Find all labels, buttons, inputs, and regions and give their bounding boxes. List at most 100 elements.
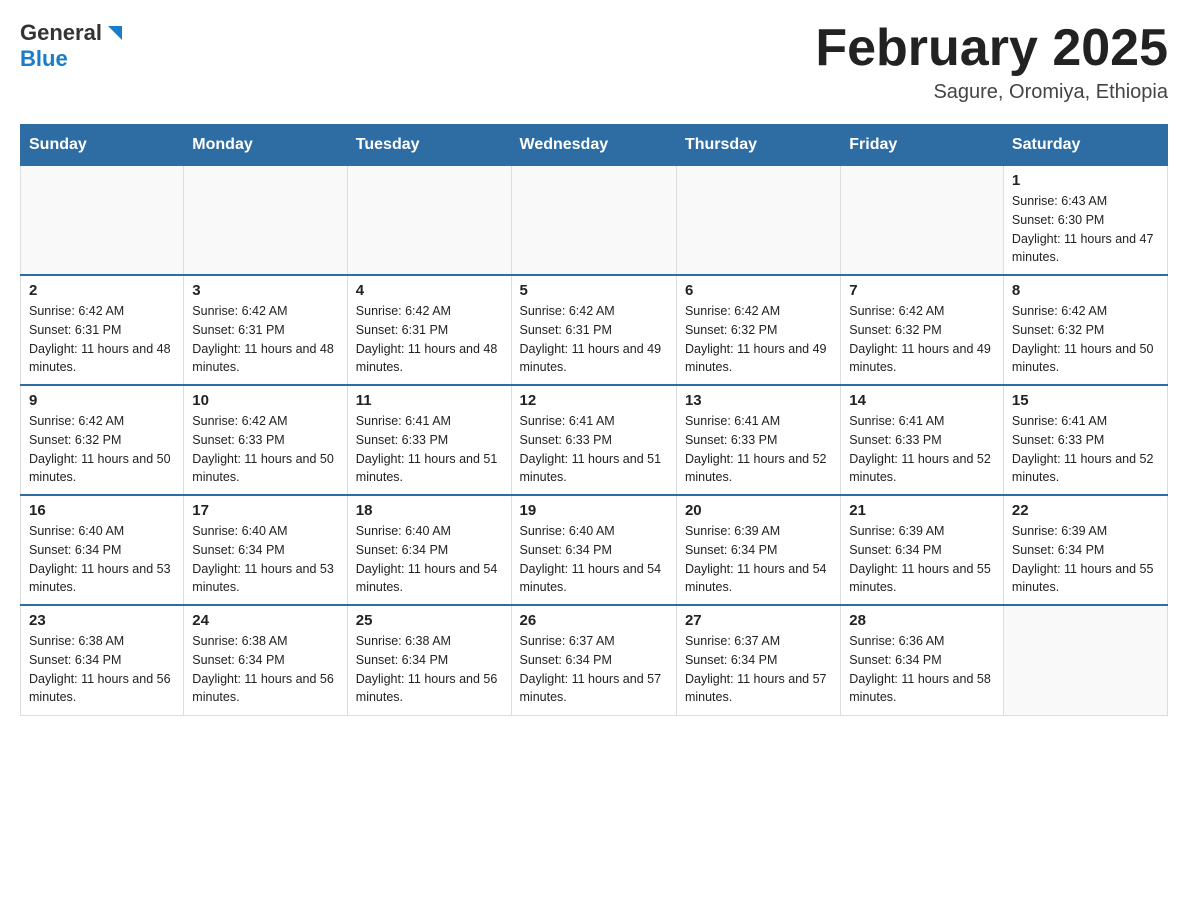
calendar-day-cell: 8 Sunrise: 6:42 AMSunset: 6:32 PMDaylight…: [1003, 275, 1167, 385]
calendar-week-row: 16 Sunrise: 6:40 AMSunset: 6:34 PMDayligh…: [21, 495, 1168, 605]
day-number: 8: [1012, 282, 1159, 299]
logo-triangle-icon: [104, 22, 126, 44]
calendar-day-cell: 9Sunrise: 6:42 AMSunset: 6:32 PMDaylight…: [21, 385, 184, 495]
day-number: 17: [192, 502, 338, 519]
calendar-day-cell: 18Sunrise: 6:40 AMSunset: 6:34 PMDayligh…: [347, 495, 511, 605]
calendar-day-cell: [511, 165, 676, 275]
calendar-day-cell: 5 Sunrise: 6:42 AMSunset: 6:31 PMDaylight…: [511, 275, 676, 385]
day-of-week-header: Tuesday: [347, 125, 511, 165]
day-info: Sunrise: 6:41 AMSunset: 6:33 PMDaylight:…: [520, 412, 668, 487]
calendar-day-cell: 21Sunrise: 6:39 AMSunset: 6:34 PMDayligh…: [841, 495, 1004, 605]
calendar-day-cell: 25 Sunrise: 6:38 AMSunset: 6:34 PMDayligh…: [347, 605, 511, 715]
calendar-header-row: SundayMondayTuesdayWednesdayThursdayFrid…: [21, 125, 1168, 165]
page-header: General Blue February 2025 Sagure, Oromi…: [20, 20, 1168, 104]
calendar-day-cell: 13 Sunrise: 6:41 AMSunset: 6:33 PMDayligh…: [676, 385, 840, 495]
day-number: 11: [356, 392, 503, 409]
day-info: Sunrise: 6:42 AMSunset: 6:32 PMDaylight:…: [1012, 302, 1159, 377]
calendar-day-cell: 27 Sunrise: 6:37 AMSunset: 6:34 PMDayligh…: [676, 605, 840, 715]
logo: General Blue: [20, 20, 126, 72]
day-info: Sunrise: 6:38 AMSunset: 6:34 PMDaylight:…: [356, 632, 503, 707]
day-info: Sunrise: 6:41 AMSunset: 6:33 PMDaylight:…: [849, 412, 995, 487]
calendar-day-cell: 28 Sunrise: 6:36 AMSunset: 6:34 PMDayligh…: [841, 605, 1004, 715]
calendar-day-cell: [841, 165, 1004, 275]
day-info: Sunrise: 6:41 AMSunset: 6:33 PMDaylight:…: [356, 412, 503, 487]
calendar-day-cell: 2Sunrise: 6:42 AMSunset: 6:31 PMDaylight…: [21, 275, 184, 385]
calendar-day-cell: 15 Sunrise: 6:41 AMSunset: 6:33 PMDayligh…: [1003, 385, 1167, 495]
day-info: Sunrise: 6:39 AMSunset: 6:34 PMDaylight:…: [685, 522, 832, 597]
day-info: Sunrise: 6:43 AMSunset: 6:30 PMDaylight:…: [1012, 192, 1159, 267]
calendar-week-row: 1 Sunrise: 6:43 AMSunset: 6:30 PMDaylight…: [21, 165, 1168, 275]
day-number: 25: [356, 612, 503, 629]
day-info: Sunrise: 6:42 AMSunset: 6:33 PMDaylight:…: [192, 412, 338, 487]
title-area: February 2025 Sagure, Oromiya, Ethiopia: [815, 20, 1168, 104]
day-number: 16: [29, 502, 175, 519]
day-number: 28: [849, 612, 995, 629]
day-info: Sunrise: 6:36 AMSunset: 6:34 PMDaylight:…: [849, 632, 995, 707]
calendar-day-cell: [184, 165, 347, 275]
month-title: February 2025: [815, 20, 1168, 77]
day-info: Sunrise: 6:40 AMSunset: 6:34 PMDaylight:…: [520, 522, 668, 597]
day-number: 4: [356, 282, 503, 299]
day-number: 1: [1012, 172, 1159, 189]
day-number: 24: [192, 612, 338, 629]
day-number: 7: [849, 282, 995, 299]
calendar-day-cell: 19Sunrise: 6:40 AMSunset: 6:34 PMDayligh…: [511, 495, 676, 605]
logo-blue: Blue: [20, 46, 68, 71]
day-number: 22: [1012, 502, 1159, 519]
calendar-day-cell: 20 Sunrise: 6:39 AMSunset: 6:34 PMDayligh…: [676, 495, 840, 605]
day-of-week-header: Thursday: [676, 125, 840, 165]
day-info: Sunrise: 6:42 AMSunset: 6:31 PMDaylight:…: [520, 302, 668, 377]
calendar-day-cell: 24 Sunrise: 6:38 AMSunset: 6:34 PMDayligh…: [184, 605, 347, 715]
day-number: 6: [685, 282, 832, 299]
logo-general: General: [20, 20, 102, 46]
calendar-day-cell: 16 Sunrise: 6:40 AMSunset: 6:34 PMDayligh…: [21, 495, 184, 605]
day-info: Sunrise: 6:40 AMSunset: 6:34 PMDaylight:…: [356, 522, 503, 597]
calendar-day-cell: [676, 165, 840, 275]
calendar-day-cell: 11 Sunrise: 6:41 AMSunset: 6:33 PMDayligh…: [347, 385, 511, 495]
day-of-week-header: Friday: [841, 125, 1004, 165]
calendar-day-cell: 1 Sunrise: 6:43 AMSunset: 6:30 PMDaylight…: [1003, 165, 1167, 275]
day-number: 5: [520, 282, 668, 299]
day-info: Sunrise: 6:41 AMSunset: 6:33 PMDaylight:…: [685, 412, 832, 487]
day-info: Sunrise: 6:40 AMSunset: 6:34 PMDaylight:…: [29, 522, 175, 597]
calendar-day-cell: 14 Sunrise: 6:41 AMSunset: 6:33 PMDayligh…: [841, 385, 1004, 495]
day-info: Sunrise: 6:42 AMSunset: 6:32 PMDaylight:…: [685, 302, 832, 377]
day-number: 10: [192, 392, 338, 409]
day-number: 23: [29, 612, 175, 629]
calendar-day-cell: 4 Sunrise: 6:42 AMSunset: 6:31 PMDaylight…: [347, 275, 511, 385]
calendar-day-cell: 17 Sunrise: 6:40 AMSunset: 6:34 PMDayligh…: [184, 495, 347, 605]
day-number: 14: [849, 392, 995, 409]
calendar-week-row: 23 Sunrise: 6:38 AMSunset: 6:34 PMDayligh…: [21, 605, 1168, 715]
day-of-week-header: Monday: [184, 125, 347, 165]
calendar-day-cell: [21, 165, 184, 275]
day-number: 26: [520, 612, 668, 629]
day-number: 21: [849, 502, 995, 519]
day-info: Sunrise: 6:42 AMSunset: 6:31 PMDaylight:…: [29, 302, 175, 377]
day-info: Sunrise: 6:41 AMSunset: 6:33 PMDaylight:…: [1012, 412, 1159, 487]
day-info: Sunrise: 6:37 AMSunset: 6:34 PMDaylight:…: [685, 632, 832, 707]
calendar-table: SundayMondayTuesdayWednesdayThursdayFrid…: [20, 124, 1168, 716]
calendar-week-row: 9Sunrise: 6:42 AMSunset: 6:32 PMDaylight…: [21, 385, 1168, 495]
day-info: Sunrise: 6:39 AMSunset: 6:34 PMDaylight:…: [1012, 522, 1159, 597]
location-subtitle: Sagure, Oromiya, Ethiopia: [815, 81, 1168, 104]
calendar-day-cell: 12Sunrise: 6:41 AMSunset: 6:33 PMDayligh…: [511, 385, 676, 495]
calendar-day-cell: 7 Sunrise: 6:42 AMSunset: 6:32 PMDaylight…: [841, 275, 1004, 385]
day-number: 20: [685, 502, 832, 519]
calendar-day-cell: 23 Sunrise: 6:38 AMSunset: 6:34 PMDayligh…: [21, 605, 184, 715]
day-info: Sunrise: 6:38 AMSunset: 6:34 PMDaylight:…: [192, 632, 338, 707]
calendar-day-cell: 26Sunrise: 6:37 AMSunset: 6:34 PMDayligh…: [511, 605, 676, 715]
day-info: Sunrise: 6:42 AMSunset: 6:31 PMDaylight:…: [356, 302, 503, 377]
day-number: 15: [1012, 392, 1159, 409]
calendar-day-cell: 6 Sunrise: 6:42 AMSunset: 6:32 PMDaylight…: [676, 275, 840, 385]
calendar-day-cell: 10 Sunrise: 6:42 AMSunset: 6:33 PMDayligh…: [184, 385, 347, 495]
day-info: Sunrise: 6:42 AMSunset: 6:31 PMDaylight:…: [192, 302, 338, 377]
calendar-day-cell: 22 Sunrise: 6:39 AMSunset: 6:34 PMDayligh…: [1003, 495, 1167, 605]
day-of-week-header: Sunday: [21, 125, 184, 165]
calendar-day-cell: 3Sunrise: 6:42 AMSunset: 6:31 PMDaylight…: [184, 275, 347, 385]
day-number: 27: [685, 612, 832, 629]
day-info: Sunrise: 6:40 AMSunset: 6:34 PMDaylight:…: [192, 522, 338, 597]
calendar-day-cell: [347, 165, 511, 275]
day-info: Sunrise: 6:38 AMSunset: 6:34 PMDaylight:…: [29, 632, 175, 707]
day-number: 13: [685, 392, 832, 409]
day-info: Sunrise: 6:42 AMSunset: 6:32 PMDaylight:…: [849, 302, 995, 377]
